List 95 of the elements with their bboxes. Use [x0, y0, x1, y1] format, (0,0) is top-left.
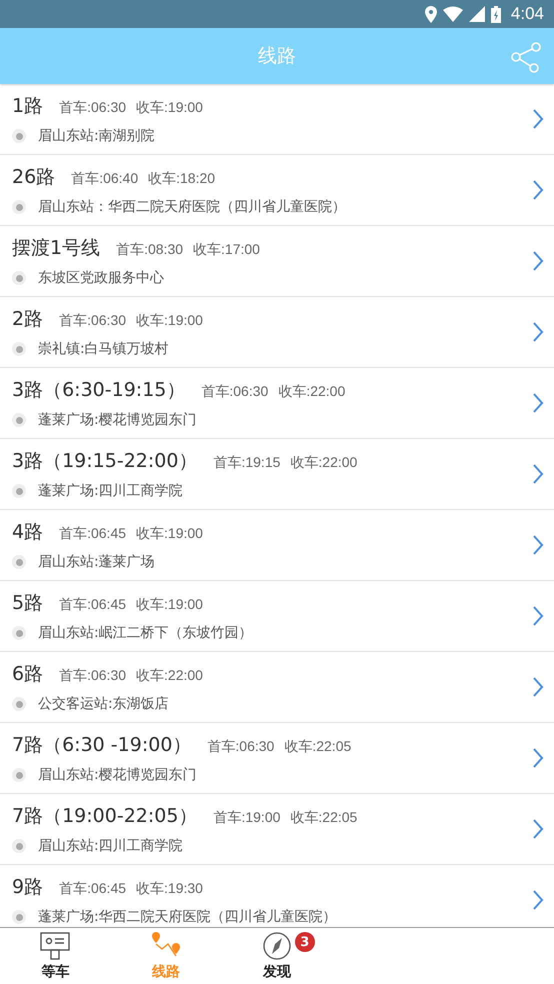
station-name: 蓬莱广场:华西二院天府医院（四川省儿童医院） — [38, 908, 337, 926]
chevron-right-icon — [532, 534, 544, 556]
chevron-right-icon — [532, 605, 544, 627]
last-bus-time: 收车:22:00 — [136, 667, 203, 685]
first-bus-time: 首车:06:45 — [59, 525, 126, 543]
station-dot-icon — [12, 200, 26, 214]
last-bus-time: 收车:17:00 — [193, 241, 260, 259]
station-dot-icon — [12, 626, 26, 640]
station-name: 眉山东站:岷江二桥下（东坡竹园） — [38, 624, 253, 642]
route-name: 6路 — [12, 662, 44, 687]
route-name: 9路 — [12, 875, 44, 900]
signal-icon — [468, 6, 485, 22]
last-bus-time: 收车:22:00 — [290, 454, 358, 472]
station-dot-icon — [12, 839, 26, 853]
route-row[interactable]: 7路（19:00-22:05） 首车:19:00 收车:22:05 眉山东站:四川工商学院 — [0, 794, 554, 865]
route-row[interactable]: 26路 首车:06:40 收车:18:20 眉山东站：华西二院天府医院（四川省儿童医院） — [0, 155, 554, 226]
screen-title: 线路 — [258, 44, 296, 69]
route-row[interactable]: 6路 首车:06:30 收车:22:00 公交客运站:东湖饭店 — [0, 652, 554, 723]
chevron-right-icon — [532, 108, 544, 130]
route-name: 5路 — [12, 591, 44, 616]
chevron-right-icon — [532, 392, 544, 414]
station-dot-icon — [12, 555, 26, 569]
compass-icon — [260, 931, 293, 961]
first-bus-time: 首车:19:00 — [213, 809, 280, 827]
first-bus-time: 首车:06:40 — [71, 170, 138, 188]
bus-stop-sign-icon — [39, 931, 72, 961]
chevron-right-icon — [532, 676, 544, 698]
wifi-icon — [442, 6, 463, 22]
first-bus-time: 首车:06:45 — [59, 596, 126, 614]
chevron-right-icon — [532, 889, 544, 911]
station-dot-icon — [12, 484, 26, 498]
route-name: 摆渡1号线 — [12, 236, 100, 261]
last-bus-time: 收车:22:00 — [278, 383, 346, 401]
first-bus-time: 首车:08:30 — [116, 241, 184, 259]
route-name: 4路 — [12, 520, 44, 545]
station-name: 眉山东站:南湖别院 — [38, 127, 155, 145]
route-row[interactable]: 3路（6:30-19:15） 首车:06:30 收车:22:00 蓬莱广场:樱花博览园东门 — [0, 368, 554, 439]
last-bus-time: 收车:19:00 — [136, 312, 203, 330]
notification-badge: 3 — [294, 932, 315, 952]
station-dot-icon — [12, 910, 26, 924]
station-dot-icon — [12, 271, 26, 285]
first-bus-time: 首车:06:30 — [201, 383, 268, 401]
station-name: 蓬莱广场:樱花博览园东门 — [38, 411, 197, 429]
nav-tab[interactable]: 等车 — [0, 928, 111, 984]
route-row[interactable]: 4路 首车:06:45 收车:19:00 眉山东站:蓬莱广场 — [0, 510, 554, 581]
last-bus-time: 收车:19:30 — [136, 880, 203, 898]
route-row[interactable]: 7路（6:30 -19:00） 首车:06:30 收车:22:05 眉山东站:樱花博览园东门 — [0, 723, 554, 794]
route-name: 7路（19:00-22:05） — [12, 804, 198, 829]
station-dot-icon — [12, 768, 26, 782]
route-name: 2路 — [12, 307, 44, 332]
location-icon — [424, 6, 437, 22]
route-name: 3路（6:30-19:15） — [12, 378, 186, 403]
station-name: 崇礼镇:白马镇万坡村 — [38, 340, 169, 358]
station-dot-icon — [12, 342, 26, 356]
route-row[interactable]: 摆渡1号线 首车:08:30 收车:17:00 东坡区党政服务中心 — [0, 226, 554, 297]
first-bus-time: 首车:06:30 — [207, 738, 274, 756]
nav-tab[interactable]: 发现 3 — [222, 928, 332, 984]
station-dot-icon — [12, 413, 26, 427]
route-row[interactable]: 5路 首车:06:45 收车:19:00 眉山东站:岷江二桥下（东坡竹园） — [0, 581, 554, 652]
route-name: 3路（19:15-22:00） — [12, 449, 198, 474]
battery-icon — [490, 6, 501, 22]
route-name: 1路 — [12, 94, 44, 119]
chevron-right-icon — [532, 179, 544, 201]
first-bus-time: 首车:06:45 — [59, 880, 126, 898]
station-name: 眉山东站:樱花博览园东门 — [38, 766, 197, 784]
last-bus-time: 收车:19:00 — [136, 99, 203, 117]
route-name: 26路 — [12, 165, 56, 190]
route-row[interactable]: 3路（19:15-22:00） 首车:19:15 收车:22:00 蓬莱广场:四川工商学院 — [0, 439, 554, 510]
station-name: 公交客运站:东湖饭店 — [38, 695, 169, 713]
last-bus-time: 收车:19:00 — [136, 596, 203, 614]
first-bus-time: 首车:06:30 — [59, 667, 126, 685]
station-name: 眉山东站:四川工商学院 — [38, 837, 183, 855]
first-bus-time: 首车:19:15 — [213, 454, 280, 472]
first-bus-time: 首车:06:30 — [59, 99, 126, 117]
chevron-right-icon — [532, 250, 544, 272]
chevron-right-icon — [532, 747, 544, 769]
station-name: 眉山东站：华西二院天府医院（四川省儿童医院） — [38, 198, 346, 216]
last-bus-time: 收车:19:00 — [136, 525, 203, 543]
first-bus-time: 首车:06:30 — [59, 312, 126, 330]
chevron-right-icon — [532, 818, 544, 840]
chevron-right-icon — [532, 463, 544, 485]
station-dot-icon — [12, 129, 26, 143]
station-name: 东坡区党政服务中心 — [38, 269, 164, 287]
last-bus-time: 收车:22:05 — [284, 738, 352, 756]
station-dot-icon — [12, 697, 26, 711]
station-name: 蓬莱广场:四川工商学院 — [38, 482, 183, 500]
last-bus-time: 收车:22:05 — [290, 809, 358, 827]
status-time: 4:04 — [510, 4, 544, 24]
route-row[interactable]: 1路 首车:06:30 收车:19:00 眉山东站:南湖别院 — [0, 84, 554, 155]
route-name: 7路（6:30 -19:00） — [12, 733, 192, 758]
share-button[interactable] — [510, 41, 542, 73]
route-row[interactable]: 2路 首车:06:30 收车:19:00 崇礼镇:白马镇万坡村 — [0, 297, 554, 368]
last-bus-time: 收车:18:20 — [148, 170, 216, 188]
chevron-right-icon — [532, 321, 544, 343]
station-name: 眉山东站:蓬莱广场 — [38, 553, 155, 571]
